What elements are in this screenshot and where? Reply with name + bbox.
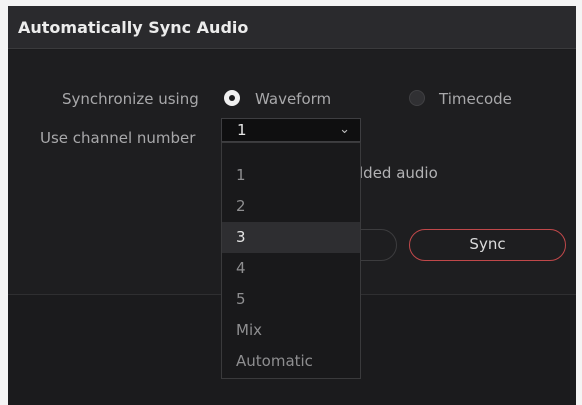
sync-button[interactable]: Sync <box>409 229 566 261</box>
sync-audio-dialog: Automatically Sync Audio Synchronize usi… <box>8 6 576 405</box>
embedded-audio-label: lded audio <box>359 164 438 182</box>
channel-number-label: Use channel number <box>40 129 196 147</box>
dropdown-item-mix[interactable]: Mix <box>222 315 360 346</box>
dropdown-item-2[interactable]: 2 <box>222 191 360 222</box>
dropdown-item-1[interactable]: 1 <box>222 160 360 191</box>
dropdown-item-3[interactable]: 3 <box>222 222 360 253</box>
channel-number-select[interactable]: 1 ⌄ <box>221 118 361 142</box>
dropdown-item-automatic[interactable]: Automatic <box>222 346 360 377</box>
dialog-title: Automatically Sync Audio <box>8 6 576 49</box>
waveform-radio[interactable] <box>224 90 240 106</box>
dropdown-item-5[interactable]: 5 <box>222 284 360 315</box>
channel-dropdown-menu: 1 2 3 4 5 Mix Automatic <box>221 142 361 379</box>
sync-using-label: Synchronize using <box>62 90 199 108</box>
timecode-radio[interactable] <box>409 90 425 106</box>
channel-select-value: 1 <box>237 121 247 139</box>
waveform-option-label[interactable]: Waveform <box>255 90 331 108</box>
dropdown-item-4[interactable]: 4 <box>222 253 360 284</box>
chevron-down-icon: ⌄ <box>339 122 350 137</box>
timecode-option-label[interactable]: Timecode <box>439 90 512 108</box>
